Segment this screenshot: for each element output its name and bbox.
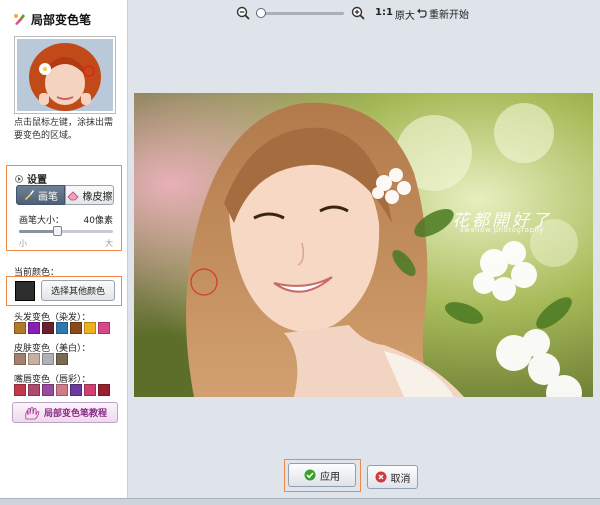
lip-color-swatches	[14, 384, 110, 396]
lip-swatch[interactable]	[70, 384, 82, 396]
original-size-label: 原大	[394, 11, 415, 22]
apply-highlight: 应用	[284, 459, 361, 492]
hair-swatch[interactable]	[70, 322, 82, 334]
hair-swatch[interactable]	[56, 322, 68, 334]
apply-label: 应用	[320, 471, 340, 483]
lip-swatch[interactable]	[14, 384, 26, 396]
brush-size-row: 画笔大小： 40像素	[19, 213, 113, 226]
hair-swatch[interactable]	[28, 322, 40, 334]
pick-other-color-button[interactable]: 选择其他颜色	[41, 280, 115, 301]
restart-label: 重新开始	[429, 10, 469, 21]
eraser-label: 橡皮擦	[82, 191, 113, 203]
check-icon	[304, 469, 316, 481]
settings-title: 设置	[27, 175, 47, 186]
watermark-subtext: swallow photography	[460, 226, 545, 234]
editing-canvas[interactable]: 花都開好了 swallow photography	[134, 93, 593, 397]
hair-swatch[interactable]	[84, 322, 96, 334]
color-brush-icon	[14, 14, 25, 25]
hair-swatch[interactable]	[42, 322, 54, 334]
close-icon	[375, 471, 386, 483]
brush-icon	[25, 190, 34, 200]
preview-thumbnail	[14, 36, 116, 114]
apply-button[interactable]: 应用	[288, 463, 356, 487]
eraser-icon	[66, 190, 79, 200]
current-color-swatch[interactable]	[15, 281, 35, 301]
hand-icon	[25, 406, 40, 419]
zoom-slider[interactable]	[256, 8, 344, 18]
cancel-button[interactable]: 取消	[367, 465, 418, 489]
restart-button[interactable]: 重新开始	[416, 6, 469, 21]
preview-image	[17, 39, 113, 111]
original-size-button[interactable]: 1:1 原大	[375, 7, 415, 22]
tutorial-label: 局部变色笔教程	[43, 409, 107, 419]
left-panel: 局部变色笔 点击鼠标左键，涂抹出需要变色的区域。 设置 画笔 橡皮擦 画笔大小：…	[0, 0, 128, 505]
hair-color-swatches	[14, 322, 110, 334]
zoom-slider-thumb[interactable]	[256, 8, 266, 18]
zoom-out-icon[interactable]	[236, 6, 250, 20]
brush-size-slider[interactable]	[19, 226, 113, 236]
status-bar	[0, 498, 600, 505]
size-min-label: 小	[19, 239, 27, 248]
lip-swatch[interactable]	[98, 384, 110, 396]
panel-title: 局部变色笔	[12, 10, 91, 28]
lip-swatch[interactable]	[42, 384, 54, 396]
eraser-tool-button[interactable]: 橡皮擦	[65, 185, 114, 205]
portrait-photo	[134, 93, 593, 397]
hair-swatch[interactable]	[98, 322, 110, 334]
zoom-toolbar: 1:1 原大 重新开始	[129, 0, 600, 28]
skin-swatch[interactable]	[42, 353, 54, 365]
skin-color-swatches	[14, 353, 68, 365]
lip-swatch[interactable]	[56, 384, 68, 396]
brush-size-value: 40像素	[83, 216, 113, 226]
tutorial-button[interactable]: 局部变色笔教程	[12, 402, 118, 423]
panel-title-text: 局部变色笔	[31, 12, 92, 27]
skin-swatch[interactable]	[14, 353, 26, 365]
size-max-label: 大	[105, 239, 113, 248]
hair-swatch[interactable]	[14, 322, 26, 334]
brush-size-slider-fill	[19, 230, 57, 233]
lip-swatch[interactable]	[84, 384, 96, 396]
ratio-label: 1:1	[375, 7, 393, 18]
skin-swatch[interactable]	[56, 353, 68, 365]
brush-size-label: 画笔大小：	[19, 216, 65, 226]
brush-size-slider-thumb[interactable]	[52, 226, 62, 236]
instruction-text: 点击鼠标左键，涂抹出需要变色的区域。	[14, 118, 114, 141]
size-range-labels: 小 大	[19, 238, 113, 249]
brush-tool-button[interactable]: 画笔	[16, 185, 65, 205]
undo-arrow-icon	[417, 8, 427, 18]
tool-toggle: 画笔 橡皮擦	[16, 185, 114, 205]
zoom-in-icon[interactable]	[351, 6, 365, 20]
current-color-section: 选择其他颜色	[6, 276, 122, 306]
brush-label: 画笔	[38, 191, 58, 203]
settings-section: 设置 画笔 橡皮擦 画笔大小： 40像素 小 大	[6, 165, 122, 251]
lip-swatch[interactable]	[28, 384, 40, 396]
settings-header: 设置	[15, 171, 47, 186]
cancel-label: 取消	[390, 473, 411, 485]
skin-swatch[interactable]	[28, 353, 40, 365]
expand-arrow-icon	[15, 174, 23, 183]
